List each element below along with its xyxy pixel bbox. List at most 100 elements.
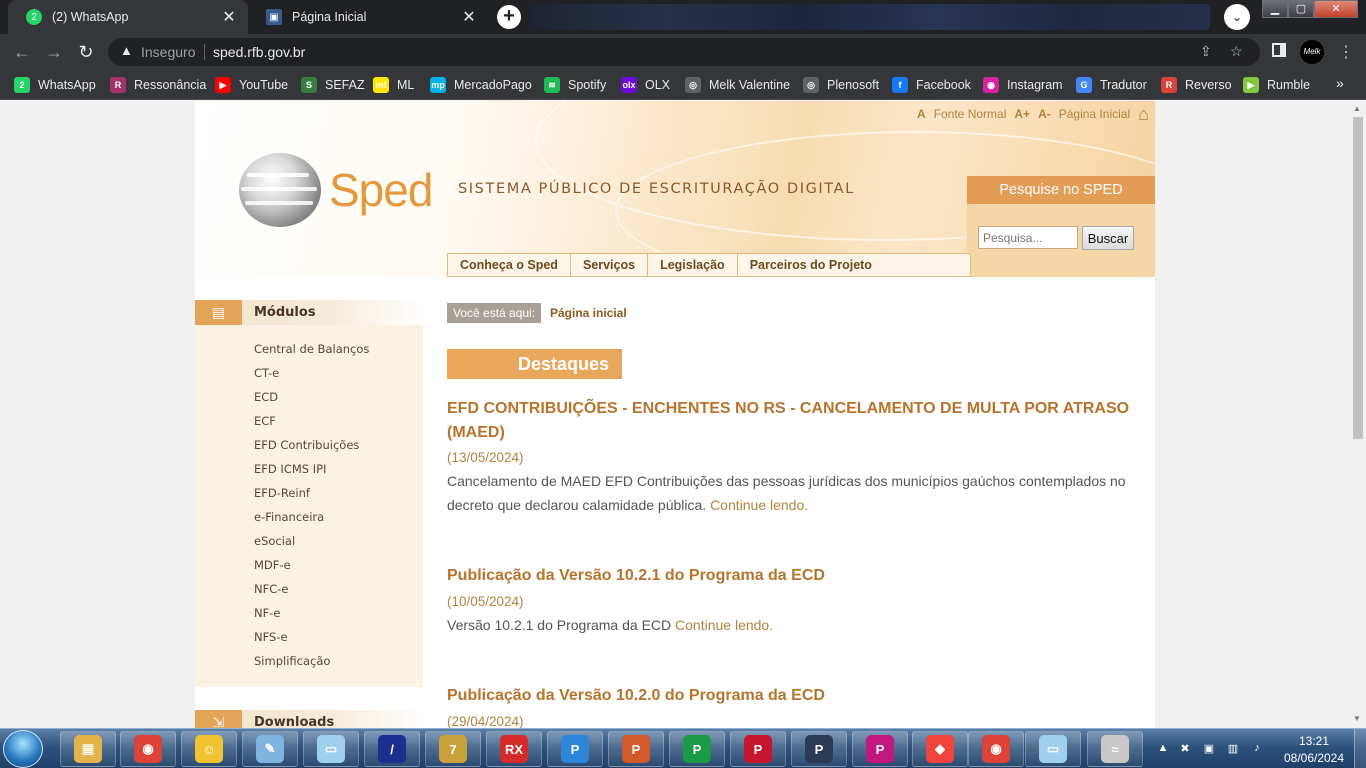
scroll-thumb[interactable]: [1353, 117, 1363, 439]
bookmark-whatsapp[interactable]: 2 WhatsApp: [14, 76, 96, 94]
network-icon[interactable]: ▥: [1226, 742, 1240, 756]
taskbar-app-chrome-profile[interactable]: ◉: [968, 731, 1024, 767]
tab-whatsapp[interactable]: 2 (2) WhatsApp ✕: [8, 0, 248, 34]
tab-pagina-inicial[interactable]: ▣ Página Inicial ✕: [248, 0, 488, 34]
bookmark-sefaz[interactable]: S SEFAZ: [301, 76, 365, 94]
devices-icon[interactable]: ▣: [1202, 742, 1216, 756]
continue-reading-link[interactable]: Continue lendo.: [710, 497, 808, 513]
module-link[interactable]: EFD-Reinf: [254, 486, 310, 500]
module-link[interactable]: NF-e: [254, 606, 280, 620]
taskbar-app-explorer[interactable]: ▤: [60, 731, 116, 767]
minimize-button[interactable]: ▁: [1262, 0, 1288, 18]
back-button[interactable]: ←: [12, 42, 32, 62]
bookmark-mercadopago[interactable]: mp MercadoPago: [430, 76, 532, 94]
clock-time[interactable]: 13:21: [1294, 734, 1334, 748]
bookmark-youtube[interactable]: ▶ YouTube: [215, 76, 288, 94]
taskbar-app-app-p-pink[interactable]: P: [852, 731, 908, 767]
home-link[interactable]: Página Inicial: [1059, 107, 1130, 121]
taskbar-app-app-rx[interactable]: RX: [486, 731, 542, 767]
module-link[interactable]: Central de Balanços: [254, 342, 369, 356]
scroll-up-icon[interactable]: ▲: [1353, 104, 1361, 113]
close-tab-icon[interactable]: ✕: [460, 7, 478, 27]
warning-icon[interactable]: ▲: [120, 43, 133, 58]
close-window-button[interactable]: ✕: [1314, 0, 1358, 18]
tab-search-button[interactable]: ⌄: [1224, 4, 1250, 30]
taskbar-app-notepad[interactable]: ▭: [303, 731, 359, 767]
module-link[interactable]: EFD ICMS IPI: [254, 462, 326, 476]
decrease-font-link[interactable]: A-: [1038, 107, 1051, 121]
taskbar-app-app-blue-slash[interactable]: /: [364, 731, 420, 767]
module-link[interactable]: MDF-e: [254, 558, 291, 572]
clock-date[interactable]: 08/06/2024: [1279, 751, 1349, 765]
taskbar-app-paint[interactable]: ✎: [242, 731, 298, 767]
start-button[interactable]: [3, 730, 43, 768]
nav-conheca-o-sped[interactable]: Conheça o Sped: [448, 254, 571, 276]
nav-parceiros[interactable]: Parceiros do Projeto: [738, 254, 970, 276]
forward-button[interactable]: →: [44, 42, 64, 62]
module-link[interactable]: e-Financeira: [254, 510, 324, 524]
module-link[interactable]: EFD Contribuições: [254, 438, 359, 452]
news-title[interactable]: Publicação da Versão 10.2.1 do Programa …: [447, 564, 1147, 588]
scroll-down-icon[interactable]: ▼: [1353, 714, 1361, 723]
news-title[interactable]: Publicação da Versão 10.2.0 do Programa …: [447, 684, 1147, 708]
profile-avatar[interactable]: Melk: [1300, 40, 1324, 64]
bookmark-instagram[interactable]: ◉ Instagram: [983, 76, 1063, 94]
bookmark-facebook[interactable]: f Facebook: [892, 76, 971, 94]
module-link[interactable]: ECF: [254, 414, 276, 428]
taskbar-app-chrome[interactable]: ◉: [120, 731, 176, 767]
sped-logo-word[interactable]: Sped: [329, 163, 433, 217]
nav-servicos[interactable]: Serviços: [571, 254, 649, 276]
share-icon[interactable]: ⇪: [1200, 43, 1212, 60]
bookmark-ml[interactable]: ml ML: [373, 76, 414, 94]
sped-logo-icon[interactable]: [239, 153, 321, 227]
continue-reading-link[interactable]: Continue lendo.: [675, 617, 773, 633]
nav-legislacao[interactable]: Legislação: [648, 254, 738, 276]
taskbar-app-app-7[interactable]: 7: [425, 731, 481, 767]
security-status[interactable]: Inseguro: [141, 44, 195, 60]
bookmark-resson-ncia[interactable]: R Ressonância: [110, 76, 206, 94]
taskbar-app-notepad-2[interactable]: ▭: [1025, 731, 1081, 767]
url-text[interactable]: sped.rfb.gov.br: [213, 44, 305, 60]
network-warning-icon[interactable]: ✖: [1178, 742, 1192, 756]
font-normal-link[interactable]: Fonte Normal: [934, 107, 1007, 121]
more-bookmarks-icon[interactable]: »: [1336, 75, 1344, 91]
maximize-button[interactable]: ▢: [1288, 0, 1314, 18]
bookmark-melk-valentine[interactable]: ◎ Melk Valentine: [685, 76, 790, 94]
module-link[interactable]: ECD: [254, 390, 278, 404]
module-link[interactable]: NFC-e: [254, 582, 288, 596]
search-input[interactable]: [978, 226, 1078, 249]
module-link[interactable]: NFS-e: [254, 630, 288, 644]
taskbar-app-app-yellow[interactable]: ☺: [181, 731, 237, 767]
module-link[interactable]: Simplificação: [254, 654, 330, 668]
taskbar-app-app-p-red[interactable]: P: [730, 731, 786, 767]
news-title[interactable]: EFD CONTRIBUIÇÕES - ENCHENTES NO RS - CA…: [447, 397, 1147, 445]
breadcrumb-current[interactable]: Página inicial: [550, 306, 627, 320]
bookmark-reverso[interactable]: R Reverso: [1161, 76, 1232, 94]
taskbar-app-anydesk[interactable]: ◆: [912, 731, 968, 767]
bookmark-star-icon[interactable]: ☆: [1230, 43, 1243, 60]
close-tab-icon[interactable]: ✕: [220, 7, 238, 27]
search-button[interactable]: Buscar: [1082, 226, 1134, 250]
taskbar-app-app-p-green[interactable]: P: [669, 731, 725, 767]
side-panel-icon[interactable]: [1272, 43, 1286, 57]
bookmark-rumble[interactable]: ▶ Rumble: [1243, 76, 1310, 94]
bookmark-olx[interactable]: olx OLX: [621, 76, 670, 94]
bookmark-plenosoft[interactable]: ◎ Plenosoft: [803, 76, 879, 94]
address-bar[interactable]: ▲ Inseguro sped.rfb.gov.br ⇪ ☆: [108, 38, 1260, 66]
reload-button[interactable]: ↻: [76, 42, 96, 62]
volume-icon[interactable]: ♪: [1250, 742, 1264, 756]
downloads-title[interactable]: Downloads: [254, 715, 334, 728]
module-link[interactable]: eSocial: [254, 534, 295, 548]
page-scrollbar[interactable]: ▲ ▼: [1350, 101, 1366, 728]
show-hidden-icons-icon[interactable]: ▲: [1156, 742, 1170, 756]
taskbar-app-app-p-blue[interactable]: P: [547, 731, 603, 767]
module-link[interactable]: CT-e: [254, 366, 279, 380]
bookmark-spotify[interactable]: ≋ Spotify: [544, 76, 606, 94]
menu-icon[interactable]: ⋮: [1338, 42, 1354, 62]
taskbar-app-app-p-dark[interactable]: P: [791, 731, 847, 767]
increase-font-link[interactable]: A+: [1014, 107, 1030, 121]
bookmark-tradutor[interactable]: G Tradutor: [1076, 76, 1147, 94]
new-tab-button[interactable]: +: [497, 5, 521, 29]
home-icon[interactable]: ⌂: [1138, 105, 1149, 123]
taskbar-app-app-p-orange[interactable]: P: [608, 731, 664, 767]
